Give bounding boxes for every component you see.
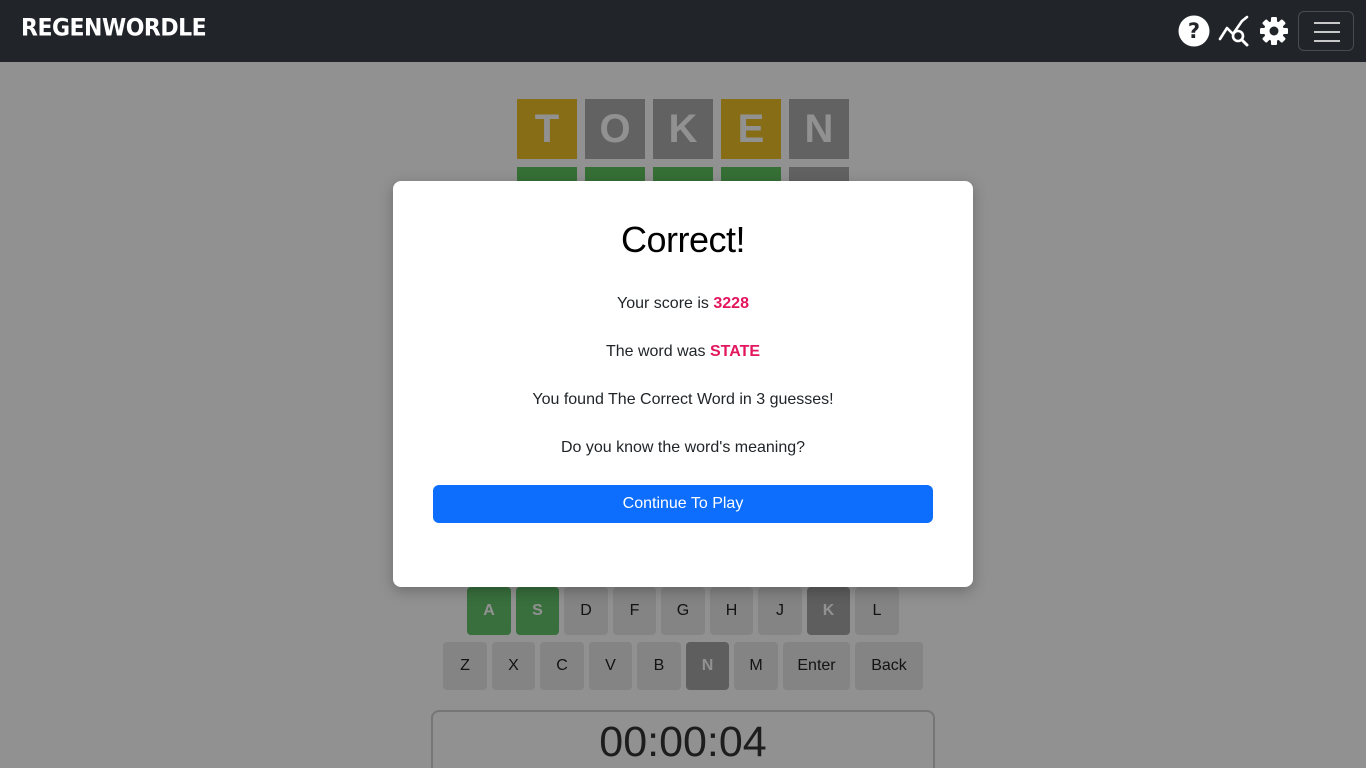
help-icon[interactable]: ? (1178, 15, 1210, 47)
word-line: The word was STATE (393, 343, 973, 361)
score-line: Your score is 3228 (393, 295, 973, 313)
meaning-prompt: Do you know the word's meaning? (560, 439, 806, 456)
hamburger-menu-button[interactable] (1298, 11, 1354, 51)
modal-title: Correct! (620, 219, 746, 260)
gear-icon[interactable] (1258, 15, 1290, 47)
svg-text:?: ? (1188, 19, 1200, 43)
brand-logo[interactable]: REGENWORDLE (21, 15, 207, 43)
stats-search-icon[interactable] (1218, 15, 1250, 47)
continue-button[interactable]: Continue To Play (433, 485, 933, 523)
score-label: Your score is (617, 295, 709, 312)
navbar: REGENWORDLE ? (0, 0, 1366, 62)
guesses-line: You found The Correct Word in 3 guesses! (532, 391, 834, 408)
score-value: 3228 (713, 295, 749, 312)
result-modal: Correct! Your score is 3228 The word was… (393, 181, 973, 587)
word-label: The word was (605, 343, 706, 360)
answer-word: STATE (709, 343, 761, 360)
